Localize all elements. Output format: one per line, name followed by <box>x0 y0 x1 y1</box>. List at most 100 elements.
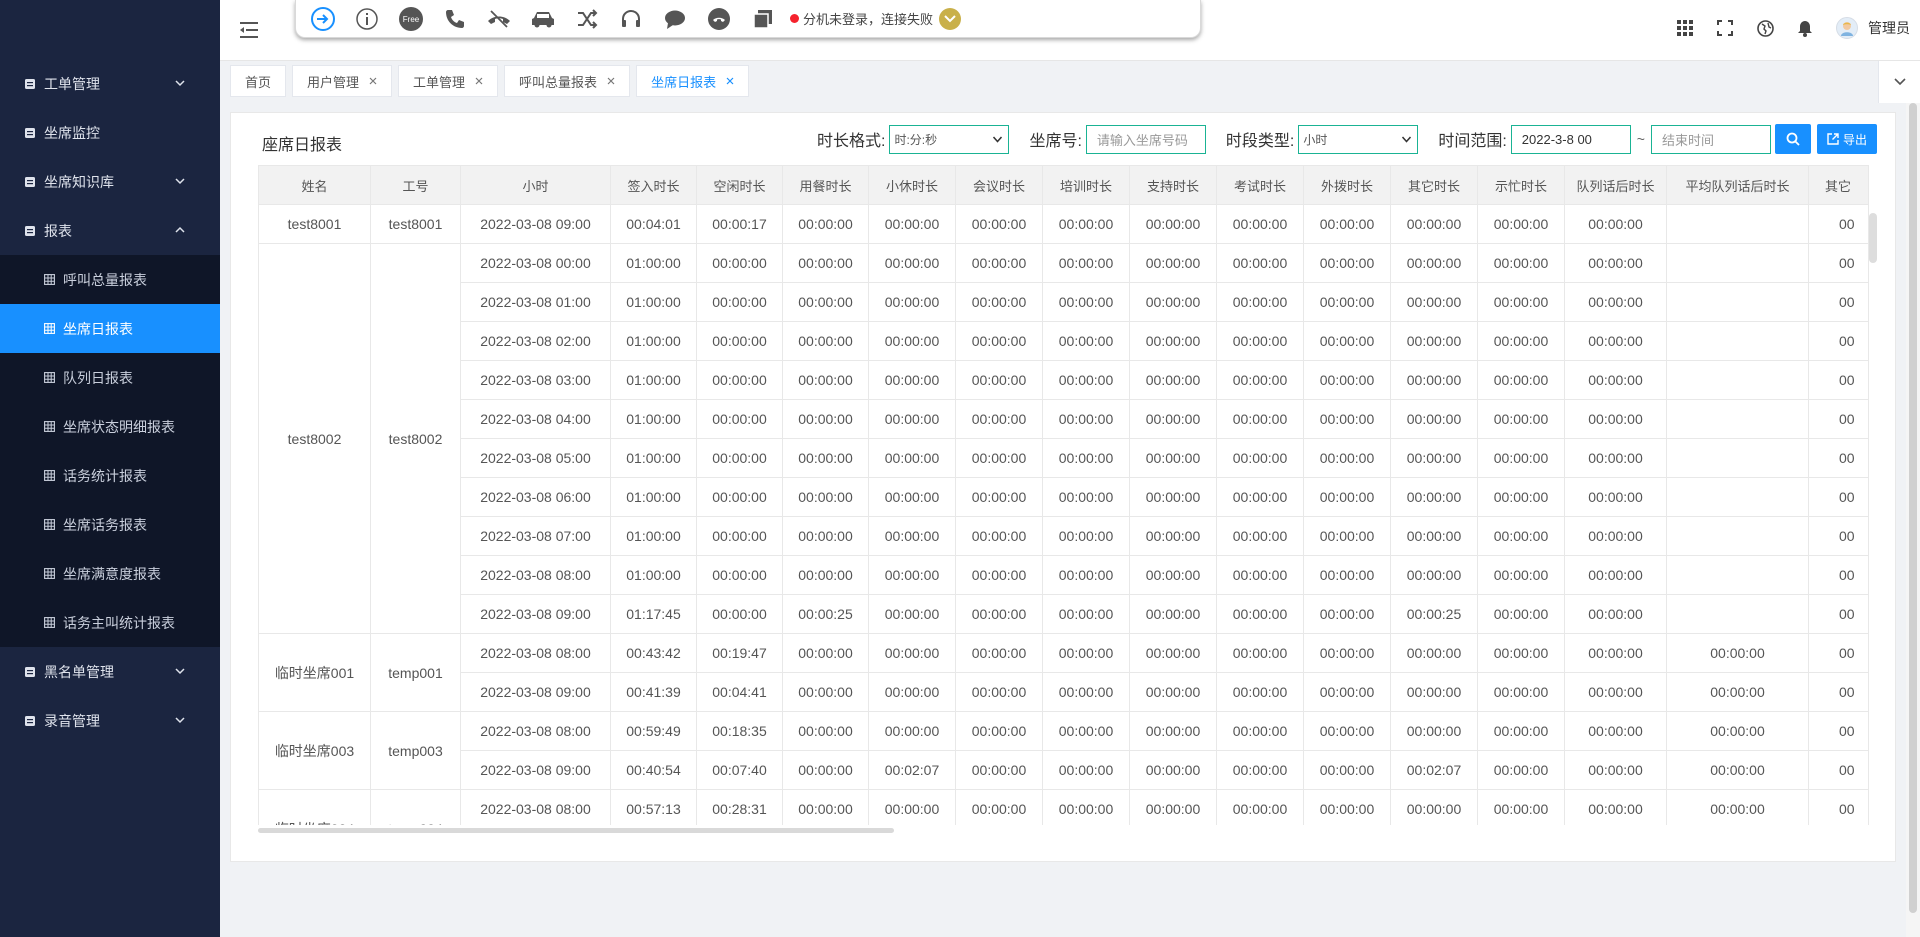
page-scrollbar-thumb[interactable] <box>1909 103 1917 913</box>
period-type-select[interactable]: 小时 <box>1298 124 1419 154</box>
column-header[interactable]: 空闲时长 <box>696 165 783 205</box>
table-row[interactable]: 2022-03-08 09:00 00:40:54 00:07:40 00:00:00… <box>259 750 1869 790</box>
table-row[interactable]: test8001 test8001 2022-03-08 09:00 00:04:01… <box>258 204 1869 244</box>
column-header[interactable]: 培训时长 <box>1042 165 1130 205</box>
column-header[interactable]: 示忙时长 <box>1477 165 1565 205</box>
free-icon[interactable]: Free <box>398 6 424 32</box>
sidebar-subitem-6[interactable]: 坐席满意度报表 <box>0 549 220 598</box>
sidebar-subitem-5[interactable]: 坐席话务报表 <box>0 500 220 549</box>
column-header[interactable]: 工号 <box>370 165 461 205</box>
avatar[interactable] <box>1836 17 1858 39</box>
transfer-icon[interactable] <box>574 6 600 32</box>
close-icon[interactable] <box>369 77 377 85</box>
start-time-input[interactable]: 2022-3-8 00 <box>1510 124 1631 154</box>
sidebar-subitem-0[interactable]: 呼叫总量报表 <box>0 255 220 304</box>
column-header[interactable]: 队列话后时长 <box>1564 165 1667 205</box>
headset-icon[interactable] <box>618 6 644 32</box>
chat-icon[interactable] <box>662 6 688 32</box>
tab-2[interactable]: 工单管理 <box>398 65 499 97</box>
value-cell: 00:00:00 <box>1303 555 1391 595</box>
table-row[interactable]: 2022-03-08 07:00 01:00:00 00:00:00 00:00:00… <box>259 516 1869 556</box>
hold-icon[interactable] <box>706 6 732 32</box>
sidebar-subitem-3[interactable]: 坐席状态明细报表 <box>0 402 220 451</box>
value-cell: 00:00:00 <box>1390 438 1478 478</box>
column-header[interactable]: 其它时长 <box>1390 165 1478 205</box>
table-row[interactable]: 临时坐席004temp0042022-03-08 08:0000:57:1300… <box>258 789 1869 825</box>
column-header[interactable]: 外拨时长 <box>1303 165 1391 205</box>
export-button[interactable]: 导出 <box>1816 124 1877 154</box>
sidebar-item-1[interactable]: 坐席监控 <box>0 108 220 157</box>
table-row[interactable]: 2022-03-08 06:00 01:00:00 00:00:00 00:00:00… <box>259 477 1869 517</box>
sidebar-item-3[interactable]: 报表 <box>0 206 220 255</box>
sidebar-item-label: 录音管理 <box>44 712 100 729</box>
sidebar-subitem-2[interactable]: 队列日报表 <box>0 353 220 402</box>
table-row[interactable]: test8002 test8002 2022-03-08 00:00 01:00:00… <box>258 243 1869 634</box>
fullscreen-icon[interactable] <box>1716 19 1734 37</box>
tab-4[interactable]: 坐席日报表 <box>636 65 750 97</box>
tab-3[interactable]: 呼叫总量报表 <box>504 65 631 97</box>
user-name[interactable]: 管理员 <box>1868 18 1910 38</box>
copy-icon[interactable] <box>750 6 776 32</box>
column-header[interactable]: 平均队列话后时长 <box>1666 165 1809 205</box>
sidebar-item-0[interactable]: 工单管理 <box>0 59 220 108</box>
column-header[interactable]: 考试时长 <box>1216 165 1304 205</box>
close-icon[interactable] <box>475 77 483 85</box>
value-cell: 00:00:00 <box>1042 204 1130 244</box>
value-cell: 00:00:00 <box>1303 750 1391 790</box>
table-row[interactable]: 2022-03-08 01:00 01:00:00 00:00:00 00:00:00… <box>259 282 1869 322</box>
search-button[interactable] <box>1774 124 1811 154</box>
column-header[interactable]: 其它 <box>1808 165 1869 205</box>
table-row[interactable]: 2022-03-08 09:00 00:41:39 00:04:41 00:00:00… <box>259 672 1869 712</box>
info-icon[interactable] <box>354 6 380 32</box>
menu-collapse-icon[interactable] <box>240 21 260 39</box>
value-cell: 00:00:00 <box>955 789 1043 825</box>
sidebar-subitem-1[interactable]: 坐席日报表 <box>0 304 220 353</box>
page-scrollbar[interactable] <box>1906 103 1920 937</box>
close-icon[interactable] <box>607 77 615 85</box>
column-header[interactable]: 签入时长 <box>610 165 697 205</box>
report-table-container[interactable]: 姓名 工号 小时 签入时长 空闲时长 用餐时长 小休时长 会议时长 培训时长 支持时长 考试时长 外拨… <box>258 165 1872 825</box>
agent-no-input[interactable]: 请输入坐席号码 <box>1085 124 1206 154</box>
end-time-input[interactable]: 结束时间 <box>1650 124 1771 154</box>
table-row[interactable]: 2022-03-08 03:00 01:00:00 00:00:00 00:00:00… <box>259 360 1869 400</box>
table-row[interactable]: 2022-03-08 04:00 01:00:00 00:00:00 00:00:00… <box>259 399 1869 439</box>
table-row[interactable]: 2022-03-08 02:00 01:00:00 00:00:00 00:00:00… <box>259 321 1869 361</box>
sidebar-item-5[interactable]: 录音管理 <box>0 696 220 745</box>
table-row[interactable]: 2022-03-08 05:00 01:00:00 00:00:00 00:00:00… <box>259 438 1869 478</box>
bell-icon[interactable] <box>1796 19 1814 37</box>
value-cell: 00 <box>1808 750 1869 790</box>
sidebar-item-2[interactable]: 坐席知识库 <box>0 157 220 206</box>
table-row[interactable]: 2022-03-08 09:00 01:17:45 00:00:00 00:00:25… <box>259 594 1869 634</box>
tab-1[interactable]: 用户管理 <box>292 65 393 97</box>
status-dropdown-button[interactable] <box>939 7 962 30</box>
column-header[interactable]: 会议时长 <box>955 165 1043 205</box>
column-header[interactable]: 支持时长 <box>1129 165 1217 205</box>
tab-0[interactable]: 首页 <box>230 65 287 97</box>
table-row[interactable]: 临时坐席003 temp003 2022-03-08 08:00 00:59:49 00… <box>258 711 1869 790</box>
globe-icon[interactable] <box>1756 19 1774 37</box>
sidebar-subitem-7[interactable]: 话务主叫统计报表 <box>0 598 220 647</box>
duration-format-select[interactable]: 时:分:秒 <box>889 124 1010 154</box>
sidebar-subitem-4[interactable]: 话务统计报表 <box>0 451 220 500</box>
hangup-icon[interactable] <box>486 6 512 32</box>
value-cell: 00:59:49 <box>610 711 697 751</box>
table-vertical-scrollbar[interactable] <box>1869 213 1877 263</box>
table-row[interactable]: 临时坐席001 temp001 2022-03-08 08:00 00:43:42 00… <box>258 633 1869 712</box>
table-row[interactable]: 2022-03-08 08:00 01:00:00 00:00:00 00:00:00… <box>259 555 1869 595</box>
column-header[interactable]: 小时 <box>460 165 611 205</box>
apps-grid-icon[interactable] <box>1676 19 1694 37</box>
close-icon[interactable] <box>726 77 734 85</box>
column-header[interactable]: 姓名 <box>258 165 371 205</box>
value-cell: 00:00:00 <box>1129 750 1217 790</box>
agent-name-cell: test8001 <box>258 204 371 244</box>
hour-cell: 2022-03-08 09:00 <box>460 204 611 244</box>
report-icon <box>25 225 35 236</box>
phone-icon[interactable] <box>442 6 468 32</box>
column-header[interactable]: 小休时长 <box>868 165 956 205</box>
column-header[interactable]: 用餐时长 <box>782 165 869 205</box>
sidebar-item-4[interactable]: 黑名单管理 <box>0 647 220 696</box>
horizontal-scrollbar[interactable] <box>258 828 894 833</box>
sign-in-icon[interactable] <box>310 6 336 32</box>
car-icon[interactable] <box>530 6 556 32</box>
tabs-more-button[interactable] <box>1878 61 1920 103</box>
